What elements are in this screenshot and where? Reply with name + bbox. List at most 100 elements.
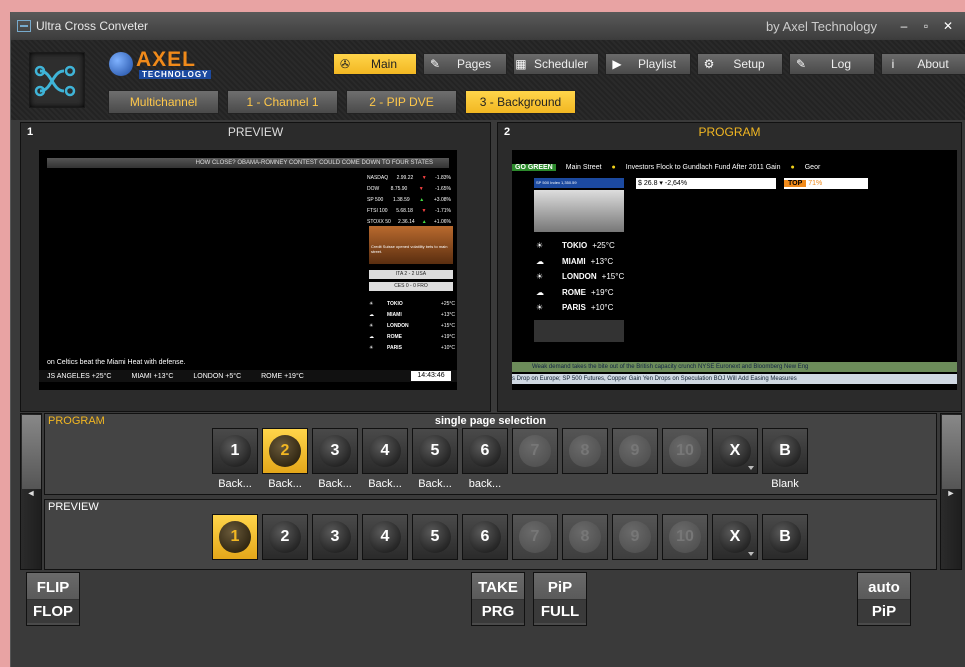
page-button-7: 7 [512,514,558,560]
crawl-item: ROME +19°C [261,372,304,380]
stock-row: SP 500 1.38.59 ▲ +3.08% [367,194,451,205]
left-arrow-icon[interactable]: ◄ [21,488,41,498]
page-button-2[interactable]: 2 [262,514,308,560]
brand-ball-icon [109,52,133,76]
page-button-6[interactable]: 6 [462,428,508,474]
gogreen-badge: GO GREEN [512,164,556,171]
flip-flop-button[interactable]: FLIP FLOP [26,572,80,626]
preview-screen[interactable]: HOW CLOSE? OBAMA-ROMNEY CONTEST COULD CO… [39,150,457,390]
prg-label: PRG [472,599,524,623]
info-icon: i [891,57,895,71]
page-button-x[interactable]: X [712,514,758,560]
crawl-item: JS ANGELES +25°C [47,372,112,380]
page-number: 8 [569,521,601,553]
page-button-2[interactable]: 2 [262,428,308,474]
channel-tab[interactable]: 2 - PIP DVE [346,90,457,114]
page-number: 9 [619,521,651,553]
page-button-3[interactable]: 3 [312,514,358,560]
program-monitor: 2 PROGRAM GO GREEN Main Street ● Investo… [497,122,962,412]
program-top-bar: TOP 71% [784,178,868,189]
maximize-button[interactable]: ▫ [915,19,937,33]
city-row: ☁ MIAMI +13°C [536,254,636,270]
page-button-6[interactable]: 6 [462,514,508,560]
stock-row: FTSI 100 5.68.18 ▼ -1.71% [367,205,451,216]
city-temp: +25°C [440,300,455,307]
channel-tab[interactable]: Multichannel [108,90,219,114]
page-number: 5 [419,521,451,553]
page-number: 1 [219,521,251,553]
nav-about-button[interactable]: i About [881,53,965,75]
page-button-8: 8 [562,514,608,560]
flop-label: FLOP [27,599,79,623]
city-temp: +10°C [440,344,455,351]
stock-row: NASDAQ 2.99.22 ▼ -1.83% [367,172,451,183]
sun-icon: ☀ [369,322,374,329]
city-row: ☁ ROME +19°C [536,285,636,301]
take-prg-button[interactable]: TAKE PRG [471,572,525,626]
preview-score-2: CES 0 - 0 FRO [369,282,453,291]
pip-full-button[interactable]: PiP FULL [533,572,587,626]
stock-value: 8.75.90 [390,185,408,192]
page-button-4[interactable]: 4 [362,428,408,474]
auto-pip-button[interactable]: auto PiP [857,572,911,626]
page-button-x[interactable]: X [712,428,758,474]
arrow-down-icon: ▼ [421,207,427,214]
channel-tab[interactable]: 3 - Background [465,90,576,114]
program-cities: ☀ TOKIO +25°C ☁ MIAMI +13°C ☀ LONDON +15°C ☁ ROME +… [536,238,636,316]
stock-value: 5.68.18 [396,207,413,214]
preview-cities: ☀ TOKIO +25°C ☁ MIAMI +13°C ☀ LONDON +15°C ☁ ROME +… [369,298,455,353]
nav-scheduler-button[interactable]: ▦ Scheduler [513,53,599,75]
preview-news-image: Credit Suisse opened volatility bets to … [369,226,453,264]
right-scroll-thumb[interactable] [942,415,961,489]
stock-value: 1.38.59 [392,196,410,203]
preview-stocks: NASDAQ 2.99.22 ▼ -1.83% DOW 8.75.90 ▼ -1.65% SP … [367,172,451,227]
city-name: LONDON [387,322,409,329]
left-scroll-panel[interactable]: ◄ [20,413,42,570]
preview-crawl-2: JS ANGELES +25°C MIAMI +13°C LONDON +5°C RO… [39,370,457,382]
left-scroll-thumb[interactable] [22,415,41,489]
nav-playlist-button[interactable]: ▶ Playlist [605,53,691,75]
page-name: Back... [318,478,352,490]
scheduler-icon: ▦ [515,57,527,71]
header: AXEL TECHNOLOGY ✇ Main ✎ Pages ▦ Scheduler ▶ Pl… [11,40,965,120]
stock-name: STOXX 50 [367,218,391,225]
program-screen[interactable]: GO GREEN Main Street ● Investors Flock t… [512,150,957,390]
sun-icon: ☀ [369,300,374,307]
page-number: 6 [469,521,501,553]
page-button-1[interactable]: 1 [212,514,258,560]
city-name: MIAMI [562,256,586,266]
nav-setup-button[interactable]: ⚙ Setup [697,53,783,75]
page-button-3[interactable]: 3 [312,428,358,474]
cloud-icon: ☁ [369,311,374,318]
page-number: 4 [369,521,401,553]
page-button-4[interactable]: 4 [362,514,408,560]
channel-tab[interactable]: 1 - Channel 1 [227,90,338,114]
nav-log-button[interactable]: ✎ Log [789,53,875,75]
minimize-button[interactable]: – [893,19,915,33]
program-crawl-b: s Drop on Europe; SP 500 Futures, Copper… [512,374,957,384]
page-button-5[interactable]: 5 [412,428,458,474]
ticker-dot-icon: ● [611,164,616,171]
app-window: Ultra Cross Conveter by Axel Technology … [10,12,965,667]
nav-pages-button[interactable]: ✎ Pages [423,53,507,75]
preview-title: PREVIEW [227,125,284,139]
nav-main-button[interactable]: ✇ Main [333,53,417,75]
program-page-names: Back... Back... Back... Back... Back... back.… [212,478,808,490]
brand-sub: TECHNOLOGY [139,70,212,79]
preview-clock: 14:43:46 [411,371,451,381]
sun-icon: ☀ [536,303,544,313]
program-quote: $ 26.8 ▾ -2,64% [636,178,776,189]
pip-label: PiP [534,576,586,600]
page-button-5[interactable]: 5 [412,514,458,560]
nav-label: About [917,57,949,71]
right-arrow-icon[interactable]: ► [941,488,961,498]
stock-name: FTSI 100 [367,207,388,214]
page-button-b[interactable]: B [762,428,808,474]
page-button-1[interactable]: 1 [212,428,258,474]
close-button[interactable]: ✕ [937,19,959,33]
arrow-up-icon: ▲ [419,196,425,203]
right-scroll-panel[interactable]: ► [940,413,962,570]
page-name: Back... [368,478,402,490]
cross-logo [29,52,85,108]
page-button-b[interactable]: B [762,514,808,560]
